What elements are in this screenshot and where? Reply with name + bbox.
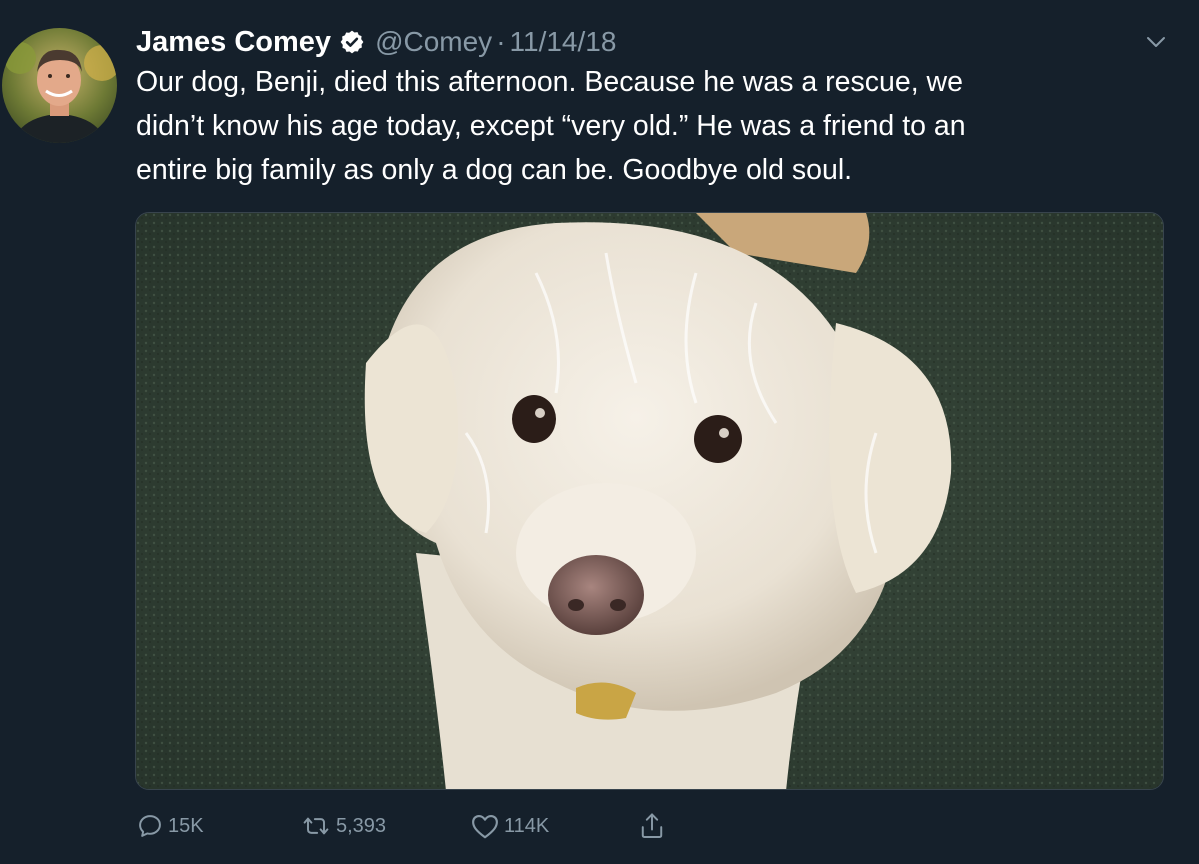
tweet-date[interactable]: 11/14/18 xyxy=(510,26,617,58)
author-avatar[interactable] xyxy=(2,28,117,143)
reply-button[interactable]: 15K xyxy=(136,808,204,844)
heart-icon xyxy=(470,812,500,840)
tweet-text-line: didn’t know his age today, except “very … xyxy=(136,110,966,142)
chevron-down-icon[interactable] xyxy=(1144,32,1168,52)
tweet-text: Our dog, Benji, died this afternoon. Bec… xyxy=(136,60,1176,192)
separator-dot: · xyxy=(496,26,506,57)
author-name[interactable]: James Comey xyxy=(136,26,331,59)
retweet-count: 5,393 xyxy=(336,814,387,837)
verified-badge-icon xyxy=(339,29,365,55)
share-icon xyxy=(638,811,666,841)
share-button[interactable] xyxy=(638,808,666,844)
tweet-text-line: Our dog, Benji, died this afternoon. Bec… xyxy=(136,66,963,98)
author-handle[interactable]: @Comey xyxy=(375,26,492,58)
tweet-actions: 15K 5,393 114K xyxy=(136,808,696,844)
retweet-icon xyxy=(300,812,332,840)
retweet-button[interactable]: 5,393 xyxy=(300,808,386,844)
reply-count: 15K xyxy=(168,814,204,837)
reply-icon xyxy=(136,812,164,840)
like-count: 114K xyxy=(504,814,550,837)
tweet-photo[interactable] xyxy=(135,212,1164,790)
tweet-text-line: entire big family as only a dog can be. … xyxy=(136,154,853,186)
like-button[interactable]: 114K xyxy=(470,808,549,844)
tweet-header: James Comey @Comey · 11/14/18 xyxy=(136,22,616,62)
